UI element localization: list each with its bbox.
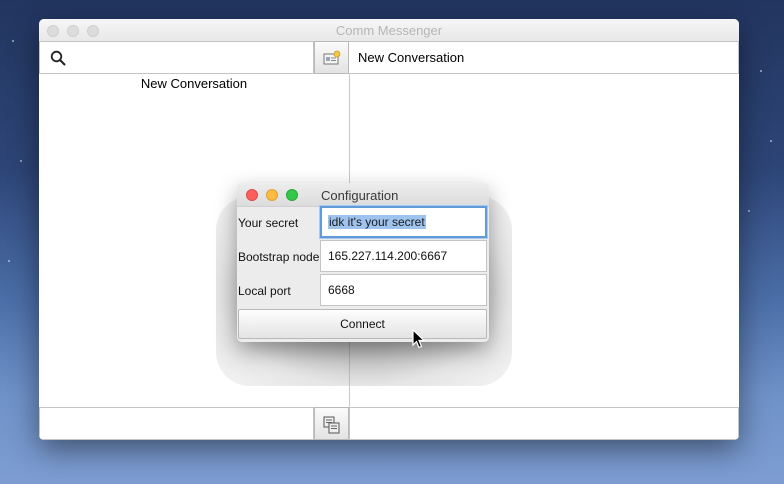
cursor-arrow-icon xyxy=(412,328,426,354)
connect-button[interactable]: Connect xyxy=(238,309,487,339)
message-input[interactable] xyxy=(356,414,710,436)
local-port-label: Local port xyxy=(238,284,291,298)
dialog-minimize-button[interactable] xyxy=(266,189,278,201)
secret-label: Your secret xyxy=(238,216,299,230)
conversation-name-field[interactable] xyxy=(39,407,314,440)
bootstrap-node-label: Bootstrap node xyxy=(238,250,320,264)
message-field[interactable] xyxy=(349,407,739,440)
star xyxy=(770,140,772,142)
dialog-zoom-button[interactable] xyxy=(286,189,298,201)
star xyxy=(8,260,10,262)
dialog-titlebar[interactable]: Configuration xyxy=(237,183,489,207)
conversation-header: New Conversation xyxy=(349,41,739,74)
bootstrap-node-value: 165.227.114.200:6667 xyxy=(328,249,448,263)
list-item[interactable]: New Conversation xyxy=(39,74,349,91)
star xyxy=(12,40,14,42)
secret-value: idk it's your secret xyxy=(328,215,426,229)
secret-field[interactable]: idk it's your secret xyxy=(320,206,487,238)
star xyxy=(20,160,22,162)
conversation-name-input[interactable] xyxy=(46,414,296,436)
window-titlebar[interactable]: Comm Messenger xyxy=(39,19,739,42)
star xyxy=(748,210,750,212)
search-input[interactable] xyxy=(72,48,306,70)
search-field[interactable] xyxy=(39,41,314,74)
window-title: Comm Messenger xyxy=(335,23,443,38)
local-port-value: 6668 xyxy=(328,283,355,297)
bootstrap-node-field[interactable]: 165.227.114.200:6667 xyxy=(320,240,487,272)
star xyxy=(760,70,762,72)
dialog-close-button[interactable] xyxy=(246,189,258,201)
dialog-title: Configuration xyxy=(321,188,399,203)
conversation-title: New Conversation xyxy=(358,50,465,65)
search-icon xyxy=(50,50,66,71)
local-port-field[interactable]: 6668 xyxy=(320,274,487,306)
new-conversation-button[interactable] xyxy=(314,41,349,74)
attach-button[interactable] xyxy=(314,407,349,440)
configuration-dialog: Configuration Your secret idk it's your … xyxy=(237,183,489,342)
